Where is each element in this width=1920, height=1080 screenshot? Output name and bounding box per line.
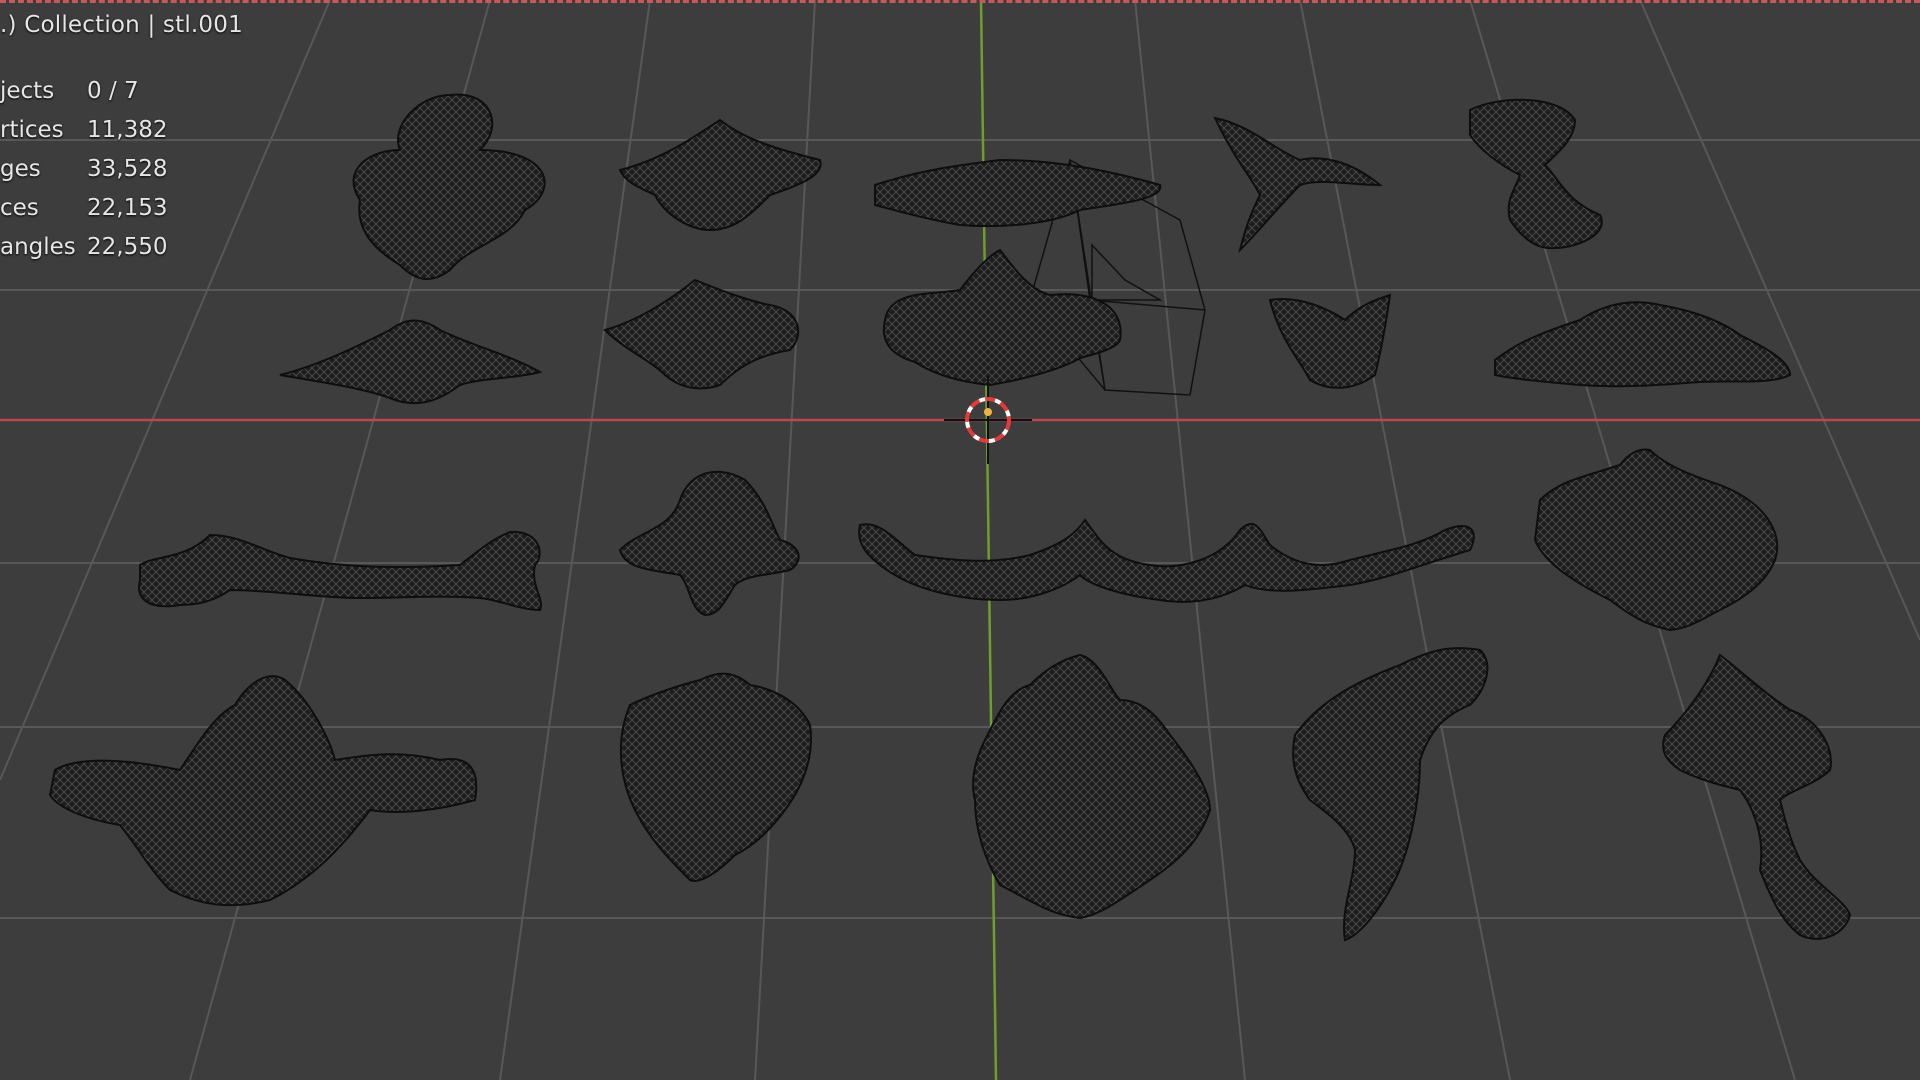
stat-value: 11,382 (87, 117, 168, 143)
selection-outline-top (0, 0, 1920, 3)
3d-viewport[interactable]: .) Collection | stl.001 jects 0 / 7 rtic… (0, 0, 1920, 1080)
ornament-7[interactable] (603, 278, 800, 390)
ornament-5[interactable] (1469, 98, 1603, 250)
ornament-6[interactable] (279, 319, 543, 405)
stat-label: jects (0, 78, 55, 104)
stat-label: ces (0, 195, 39, 221)
ornament-4[interactable] (1213, 116, 1383, 254)
ornament-14[interactable] (1533, 448, 1779, 632)
ornament-10[interactable] (1494, 301, 1792, 388)
ornament-1[interactable] (352, 93, 546, 280)
stat-value: 33,528 (87, 156, 168, 182)
ornament-15[interactable] (48, 675, 478, 907)
ornament-9[interactable] (1268, 293, 1392, 389)
ornament-18[interactable] (1292, 647, 1489, 942)
stat-value: 22,550 (87, 234, 168, 260)
stat-value: 0 / 7 (87, 78, 139, 104)
ornament-17[interactable] (972, 653, 1212, 920)
stat-value: 22,153 (87, 195, 168, 221)
ornament-16[interactable] (620, 672, 812, 882)
ornament-13[interactable] (858, 518, 1475, 603)
3d-cursor[interactable] (944, 376, 1032, 464)
ornament-11[interactable] (138, 530, 543, 612)
stat-label: ges (0, 156, 41, 182)
stat-label: angles (0, 234, 76, 260)
ornament-3[interactable] (874, 158, 1162, 228)
viewport-header-text: .) Collection | stl.001 (0, 12, 243, 38)
ornament-19[interactable] (1662, 653, 1852, 940)
ornament-2[interactable] (618, 118, 822, 232)
viewport-canvas[interactable] (0, 0, 1920, 1080)
ornament-12[interactable] (618, 470, 800, 617)
stat-label: rtices (0, 117, 64, 143)
